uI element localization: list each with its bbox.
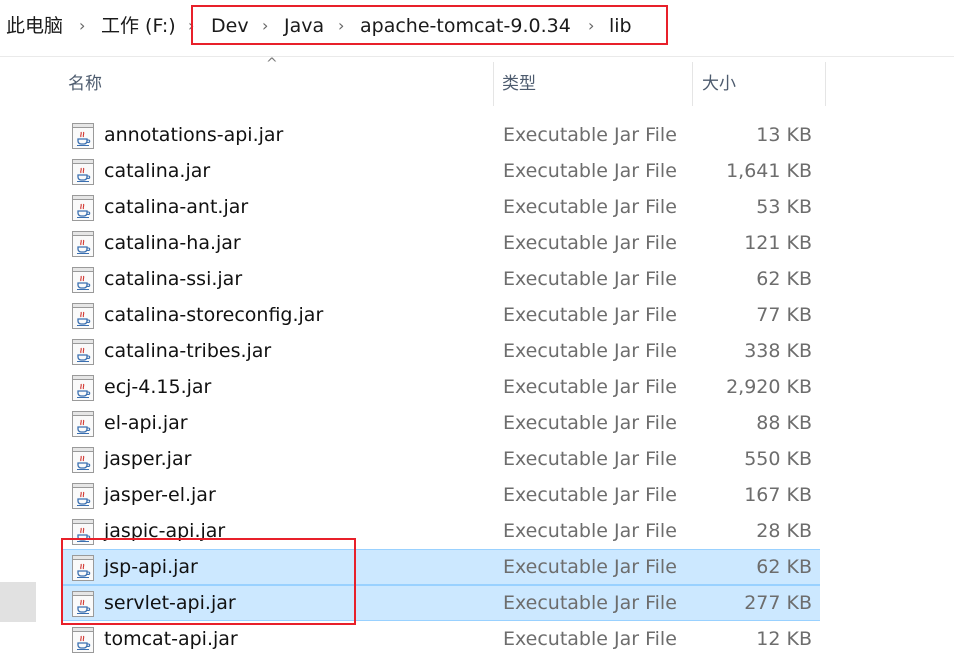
column-divider[interactable] [825, 62, 826, 106]
file-name[interactable]: jasper-el.jar [104, 482, 216, 508]
file-type: Executable Jar File [503, 268, 677, 290]
file-name[interactable]: catalina-ha.jar [104, 230, 241, 256]
file-size: 167 KB [744, 484, 812, 506]
file-type: Executable Jar File [503, 376, 677, 398]
file-row[interactable]: jasper.jar Executable Jar File 550 KB [62, 441, 820, 477]
file-size: 28 KB [756, 520, 812, 542]
sort-ascending-icon: ^ [266, 56, 278, 72]
file-name[interactable]: catalina-ant.jar [104, 194, 248, 220]
chevron-right-icon[interactable]: › [79, 14, 85, 38]
file-name[interactable]: catalina-ssi.jar [104, 266, 242, 292]
file-size: 2,920 KB [726, 376, 812, 398]
file-name[interactable]: catalina.jar [104, 158, 210, 184]
navigation-pane-selected-item[interactable] [0, 582, 36, 622]
file-size: 121 KB [744, 232, 812, 254]
file-row[interactable]: catalina-tribes.jar Executable Jar File 33… [62, 333, 820, 369]
file-type: Executable Jar File [503, 124, 677, 146]
jar-file-icon [71, 231, 95, 257]
file-name[interactable]: jasper.jar [104, 446, 191, 472]
file-type: Executable Jar File [503, 592, 677, 614]
jar-file-icon [71, 483, 95, 509]
file-size: 277 KB [744, 592, 812, 614]
file-name[interactable]: ecj-4.15.jar [104, 374, 211, 400]
jar-file-icon [71, 339, 95, 365]
jar-file-icon [71, 123, 95, 149]
file-type: Executable Jar File [503, 196, 677, 218]
column-header-type[interactable]: 类型 [502, 62, 536, 106]
file-size: 550 KB [744, 448, 812, 470]
jar-file-icon [71, 303, 95, 329]
file-size: 88 KB [756, 412, 812, 434]
file-type: Executable Jar File [503, 556, 677, 578]
file-name[interactable]: annotations-api.jar [104, 122, 283, 148]
file-size: 53 KB [756, 196, 812, 218]
column-header-size[interactable]: 大小 [702, 62, 736, 106]
file-type: Executable Jar File [503, 448, 677, 470]
file-row[interactable]: catalina.jar Executable Jar File 1,641 KB [62, 153, 820, 189]
file-type: Executable Jar File [503, 340, 677, 362]
file-name[interactable]: tomcat-api.jar [104, 626, 238, 652]
file-type: Executable Jar File [503, 484, 677, 506]
file-size: 62 KB [756, 556, 812, 578]
file-row[interactable]: jasper-el.jar Executable Jar File 167 KB [62, 477, 820, 513]
file-size: 1,641 KB [726, 160, 812, 182]
file-size: 12 KB [756, 628, 812, 650]
path-highlight-box [191, 5, 668, 45]
file-row[interactable]: el-api.jar Executable Jar File 88 KB [62, 405, 820, 441]
file-size: 62 KB [756, 268, 812, 290]
file-type: Executable Jar File [503, 520, 677, 542]
file-row[interactable]: tomcat-api.jar Executable Jar File 12 KB [62, 621, 820, 657]
breadcrumb-this-pc[interactable]: 此电脑 [6, 14, 63, 38]
file-name[interactable]: catalina-storeconfig.jar [104, 302, 323, 328]
files-highlight-box [61, 538, 356, 625]
jar-file-icon [71, 627, 95, 653]
file-row[interactable]: catalina-storeconfig.jar Executable Jar F… [62, 297, 820, 333]
file-row[interactable]: catalina-ssi.jar Executable Jar File 62 KB [62, 261, 820, 297]
file-type: Executable Jar File [503, 160, 677, 182]
jar-file-icon [71, 411, 95, 437]
file-size: 77 KB [756, 304, 812, 326]
column-divider[interactable] [493, 62, 494, 106]
jar-file-icon [71, 159, 95, 185]
column-header-name[interactable]: 名称 [68, 62, 102, 106]
jar-file-icon [71, 447, 95, 473]
file-size: 338 KB [744, 340, 812, 362]
navigation-pane[interactable] [0, 57, 36, 649]
file-row[interactable]: catalina-ha.jar Executable Jar File 121 KB [62, 225, 820, 261]
file-type: Executable Jar File [503, 304, 677, 326]
file-type: Executable Jar File [503, 412, 677, 434]
jar-file-icon [71, 375, 95, 401]
file-type: Executable Jar File [503, 628, 677, 650]
jar-file-icon [71, 267, 95, 293]
breadcrumb-drive[interactable]: 工作 (F:) [101, 14, 176, 38]
file-row[interactable]: ecj-4.15.jar Executable Jar File 2,920 KB [62, 369, 820, 405]
jar-file-icon [71, 195, 95, 221]
file-size: 13 KB [756, 124, 812, 146]
file-name[interactable]: catalina-tribes.jar [104, 338, 271, 364]
file-name[interactable]: el-api.jar [104, 410, 188, 436]
file-row[interactable]: catalina-ant.jar Executable Jar File 53 KB [62, 189, 820, 225]
file-type: Executable Jar File [503, 232, 677, 254]
address-divider [0, 56, 954, 57]
column-divider[interactable] [692, 62, 693, 106]
file-row[interactable]: annotations-api.jar Executable Jar File 13… [62, 117, 820, 153]
